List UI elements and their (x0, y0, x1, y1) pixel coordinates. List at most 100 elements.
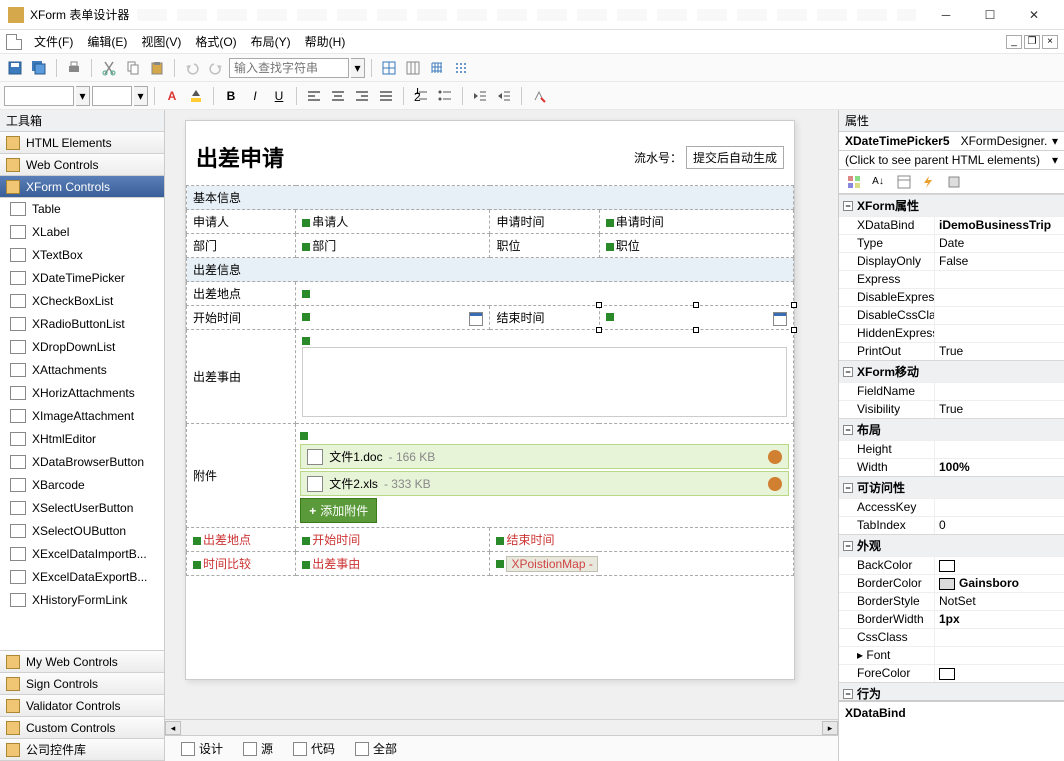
save-button[interactable] (4, 57, 26, 79)
prop-value[interactable]: True (934, 343, 1064, 360)
redo-button[interactable] (205, 57, 227, 79)
collapse-icon[interactable]: − (843, 201, 853, 211)
prop-value[interactable]: Gainsboro (934, 575, 1064, 592)
prop-value[interactable] (934, 325, 1064, 342)
font-size-dd[interactable]: ▾ (134, 86, 148, 106)
prop-category[interactable]: −行为 (839, 682, 1064, 701)
cat-html[interactable]: HTML Elements (0, 131, 164, 154)
prop-row[interactable]: ForeColor (839, 664, 1064, 682)
prop-row[interactable]: Width100% (839, 458, 1064, 476)
grid1-icon[interactable] (378, 57, 400, 79)
tool-item[interactable]: XDateTimePicker (0, 267, 164, 290)
prop-events-button[interactable] (917, 171, 939, 193)
form-canvas[interactable]: 出差申请 流水号：提交后自动生成 基本信息 申请人 串请人 申请时间 串请时间 … (185, 120, 795, 680)
sel-handle[interactable] (596, 327, 602, 333)
prop-value[interactable] (934, 629, 1064, 646)
tool-item[interactable]: Table (0, 198, 164, 221)
hscrollbar[interactable]: ◂ ▸ (165, 719, 838, 735)
file-delete-button[interactable] (768, 450, 782, 464)
prop-row[interactable]: DisableExpress (839, 288, 1064, 306)
v-end[interactable]: 结束时间 (490, 528, 794, 552)
copy-button[interactable] (122, 57, 144, 79)
tab-all[interactable]: 全部 (347, 738, 405, 759)
prop-pages-button[interactable] (943, 171, 965, 193)
prop-row[interactable]: Express (839, 270, 1064, 288)
props-parent-hint[interactable]: (Click to see parent HTML elements)▾ (839, 151, 1064, 170)
clear-format-button[interactable] (528, 85, 550, 107)
collapse-icon[interactable]: − (843, 689, 853, 699)
list-unordered-button[interactable] (434, 85, 456, 107)
prop-value[interactable] (934, 307, 1064, 324)
prop-value[interactable] (934, 441, 1064, 458)
print-button[interactable] (63, 57, 85, 79)
tool-item[interactable]: XHorizAttachments (0, 382, 164, 405)
maximize-button[interactable]: ☐ (968, 1, 1012, 29)
tab-code[interactable]: 代码 (285, 738, 343, 759)
mdi-close[interactable]: × (1042, 35, 1058, 49)
tool-item[interactable]: XHtmlEditor (0, 428, 164, 451)
prop-row[interactable]: CssClass (839, 628, 1064, 646)
file-delete-button[interactable] (768, 477, 782, 491)
tool-item[interactable]: XImageAttachment (0, 405, 164, 428)
font-family-dd[interactable]: ▾ (76, 86, 90, 106)
file-row[interactable]: 文件1.doc - 166 KB (300, 444, 789, 469)
dest-field[interactable] (296, 282, 794, 306)
menu-file[interactable]: 文件(F) (28, 31, 79, 52)
cut-button[interactable] (98, 57, 120, 79)
forecolor-button[interactable]: A (161, 85, 183, 107)
flownum-field[interactable]: 提交后自动生成 (686, 146, 784, 169)
sel-handle[interactable] (791, 302, 797, 308)
close-button[interactable]: ✕ (1012, 1, 1056, 29)
tool-item[interactable]: XHistoryFormLink (0, 589, 164, 612)
saveall-button[interactable] (28, 57, 50, 79)
v-reason[interactable]: 出差事由 (296, 552, 490, 576)
prop-row[interactable]: XDataBindiDemoBusinessTrip (839, 216, 1064, 234)
tool-item[interactable]: XAttachments (0, 359, 164, 382)
prop-category[interactable]: −布局 (839, 418, 1064, 440)
prop-cat-button[interactable] (843, 171, 865, 193)
prop-category[interactable]: −XForm属性 (839, 194, 1064, 216)
prop-row[interactable]: Height (839, 440, 1064, 458)
cat-custom[interactable]: Custom Controls (0, 716, 164, 739)
align-left-button[interactable] (303, 85, 325, 107)
cat-validator[interactable]: Validator Controls (0, 694, 164, 717)
prop-value[interactable] (934, 271, 1064, 288)
start-field[interactable] (296, 306, 490, 330)
minimize-button[interactable]: ─ (924, 1, 968, 29)
prop-value[interactable] (934, 383, 1064, 400)
prop-value[interactable]: Date (934, 235, 1064, 252)
tool-item[interactable]: XTextBox (0, 244, 164, 267)
cat-web[interactable]: Web Controls (0, 153, 164, 176)
sel-handle[interactable] (693, 302, 699, 308)
prop-category[interactable]: −可访问性 (839, 476, 1064, 498)
prop-value[interactable]: 1px (934, 611, 1064, 628)
search-dropdown[interactable]: ▾ (351, 58, 365, 78)
align-center-button[interactable] (327, 85, 349, 107)
italic-button[interactable]: I (244, 85, 266, 107)
scroll-left-button[interactable]: ◂ (165, 721, 181, 735)
grid4-icon[interactable] (450, 57, 472, 79)
prop-category[interactable]: −XForm移动 (839, 360, 1064, 382)
reason-field[interactable] (296, 330, 794, 424)
prop-row[interactable]: PrintOutTrue (839, 342, 1064, 360)
props-selector[interactable]: XDateTimePicker5 XFormDesigner.Fr▾ (839, 132, 1064, 151)
font-family-combo[interactable] (4, 86, 74, 106)
prop-value[interactable]: True (934, 401, 1064, 418)
grid3-icon[interactable] (426, 57, 448, 79)
sel-handle[interactable] (791, 327, 797, 333)
tool-item[interactable]: XDataBrowserButton (0, 451, 164, 474)
prop-value[interactable] (934, 557, 1064, 574)
tab-design[interactable]: 设计 (173, 738, 231, 759)
prop-row[interactable]: VisibilityTrue (839, 400, 1064, 418)
file-row[interactable]: 文件2.xls - 333 KB (300, 471, 789, 496)
prop-value[interactable]: 0 (934, 517, 1064, 534)
prop-row[interactable]: BorderColorGainsboro (839, 574, 1064, 592)
undo-button[interactable] (181, 57, 203, 79)
underline-button[interactable]: U (268, 85, 290, 107)
tool-item[interactable]: XRadioButtonList (0, 313, 164, 336)
prop-value[interactable] (934, 289, 1064, 306)
tab-source[interactable]: 源 (235, 738, 281, 759)
collapse-icon[interactable]: − (843, 367, 853, 377)
add-file-button[interactable]: +添加附件 (300, 498, 377, 523)
menu-help[interactable]: 帮助(H) (299, 31, 352, 52)
